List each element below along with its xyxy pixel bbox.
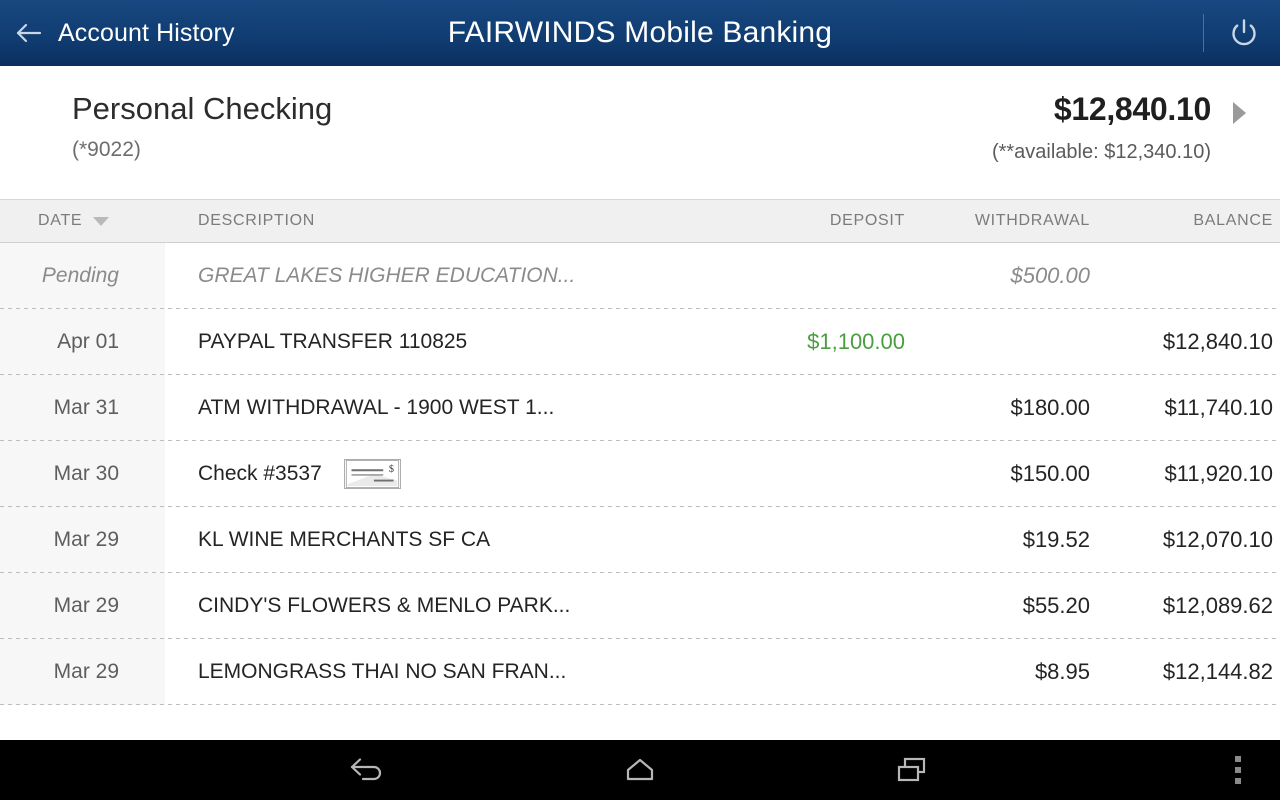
- row-withdrawal: $150.00: [1010, 461, 1090, 486]
- row-date: Mar 29: [0, 573, 165, 639]
- transactions-list[interactable]: Pending GREAT LAKES HIGHER EDUCATION... $5…: [0, 243, 1280, 728]
- android-recents-button[interactable]: [880, 747, 944, 793]
- row-deposit: [710, 441, 905, 507]
- back-button-label: Account History: [58, 18, 235, 47]
- row-withdrawal: $8.95: [1034, 659, 1090, 684]
- row-withdrawal: $500.00: [1010, 263, 1090, 288]
- row-description-text: KL WINE MERCHANTS SF CA: [198, 528, 491, 551]
- table-row[interactable]: Mar 30 Check #3537 $ $150.00 $11,920.10: [0, 441, 1280, 507]
- row-deposit: [710, 639, 905, 705]
- row-deposit: [710, 573, 905, 639]
- column-header-withdrawal[interactable]: WITHDRAWAL: [905, 212, 1090, 230]
- overflow-menu-button[interactable]: [1218, 740, 1258, 800]
- column-header-date-label: DATE: [38, 212, 83, 229]
- row-description: KL WINE MERCHANTS SF CA: [165, 507, 710, 573]
- svg-text:$: $: [389, 464, 394, 475]
- table-row[interactable]: Pending GREAT LAKES HIGHER EDUCATION... $5…: [0, 243, 1280, 309]
- row-date: Mar 29: [0, 507, 165, 573]
- row-withdrawal: $19.52: [1022, 527, 1090, 552]
- row-description-text: LEMONGRASS THAI NO SAN FRAN...: [198, 660, 567, 683]
- android-home-button[interactable]: [608, 747, 672, 793]
- row-balance: [1090, 243, 1280, 309]
- row-date: Pending: [0, 243, 165, 309]
- back-button[interactable]: Account History: [0, 18, 235, 48]
- row-date: Mar 29: [0, 639, 165, 705]
- row-balance: $11,740.10: [1164, 395, 1273, 420]
- power-icon: [1232, 19, 1256, 46]
- app-root: Account History FAIRWINDS Mobile Banking…: [0, 0, 1280, 800]
- table-row[interactable]: Mar 31 ATM WITHDRAWAL - 1900 WEST 1... $18…: [0, 375, 1280, 441]
- account-balance: $12,840.10: [1053, 91, 1211, 127]
- row-balance: $12,089.62: [1162, 593, 1273, 618]
- column-header-date[interactable]: DATE: [0, 212, 165, 230]
- account-name: Personal Checking: [72, 91, 333, 126]
- row-deposit: [710, 375, 905, 441]
- app-bar-actions: [1203, 0, 1280, 66]
- column-header-description[interactable]: DESCRIPTION: [165, 212, 710, 230]
- row-description-text: PAYPAL TRANSFER 110825: [198, 330, 468, 353]
- row-description-text: ATM WITHDRAWAL - 1900 WEST 1...: [198, 396, 555, 419]
- row-date: Mar 30: [0, 441, 165, 507]
- row-description: CINDY'S FLOWERS & MENLO PARK...: [165, 573, 710, 639]
- row-description-text: CINDY'S FLOWERS & MENLO PARK...: [198, 594, 571, 617]
- account-summary[interactable]: Personal Checking (*9022) $12,840.10 (**…: [0, 66, 1280, 199]
- overflow-menu-icon: [1235, 756, 1241, 762]
- row-deposit: $1,100.00: [807, 329, 905, 354]
- account-balances: $12,840.10 (**available: $12,340.10): [992, 66, 1246, 164]
- android-back-button[interactable]: [336, 747, 400, 793]
- row-description-text: GREAT LAKES HIGHER EDUCATION...: [198, 264, 576, 287]
- row-balance: $12,840.10: [1162, 329, 1273, 354]
- account-available-balance: (**available: $12,340.10): [991, 140, 1211, 163]
- row-withdrawal: [905, 309, 1090, 375]
- overflow-menu-icon-dot-2: [1235, 767, 1241, 773]
- account-identity: Personal Checking (*9022): [72, 66, 332, 162]
- chevron-right-icon[interactable]: [1233, 102, 1246, 124]
- sort-descending-caret-icon: [93, 216, 110, 226]
- row-withdrawal: $180.00: [1010, 395, 1090, 420]
- transactions-table-header: DATE DESCRIPTION DEPOSIT WITHDRAWAL BALA…: [0, 199, 1280, 243]
- row-description: Check #3537 $: [165, 441, 710, 507]
- logout-button[interactable]: [1222, 11, 1266, 55]
- row-deposit: [710, 243, 905, 309]
- overflow-menu-icon-dot-3: [1235, 778, 1241, 784]
- row-balance: $12,144.82: [1162, 659, 1273, 684]
- app-bar: Account History FAIRWINDS Mobile Banking: [0, 0, 1280, 66]
- column-header-balance[interactable]: BALANCE: [1090, 212, 1280, 230]
- row-description: LEMONGRASS THAI NO SAN FRAN...: [165, 639, 710, 705]
- android-back-icon: [350, 758, 382, 781]
- row-balance: $12,070.10: [1162, 527, 1273, 552]
- app-bar-divider: [1203, 14, 1204, 52]
- table-row[interactable]: Apr 01 PAYPAL TRANSFER 110825 $1,100.00 $12…: [0, 309, 1280, 375]
- android-recents-icon: [897, 757, 926, 782]
- row-description: ATM WITHDRAWAL - 1900 WEST 1...: [165, 375, 710, 441]
- table-row[interactable]: Mar 29 KL WINE MERCHANTS SF CA $19.52 $12,0…: [0, 507, 1280, 573]
- table-row[interactable]: Mar 29 LEMONGRASS THAI NO SAN FRAN... $8.9…: [0, 639, 1280, 705]
- row-deposit: [710, 507, 905, 573]
- row-description: PAYPAL TRANSFER 110825: [165, 309, 710, 375]
- row-balance: $11,920.10: [1164, 461, 1273, 486]
- row-date: Mar 31: [0, 375, 165, 441]
- android-navigation-bar: [0, 740, 1280, 800]
- row-date: Apr 01: [0, 309, 165, 375]
- back-arrow-icon: [16, 23, 42, 43]
- table-row[interactable]: Mar 29 CINDY'S FLOWERS & MENLO PARK... $55…: [0, 573, 1280, 639]
- account-balance-block: $12,840.10 (**available: $12,340.10): [992, 92, 1211, 164]
- row-withdrawal: $55.20: [1022, 593, 1090, 618]
- check-image-icon[interactable]: $: [343, 459, 401, 489]
- android-home-icon: [626, 758, 654, 781]
- row-description-text: Check #3537: [198, 462, 322, 485]
- account-number: (*9022): [72, 138, 141, 162]
- row-description: GREAT LAKES HIGHER EDUCATION...: [165, 243, 710, 309]
- column-header-deposit[interactable]: DEPOSIT: [710, 212, 905, 230]
